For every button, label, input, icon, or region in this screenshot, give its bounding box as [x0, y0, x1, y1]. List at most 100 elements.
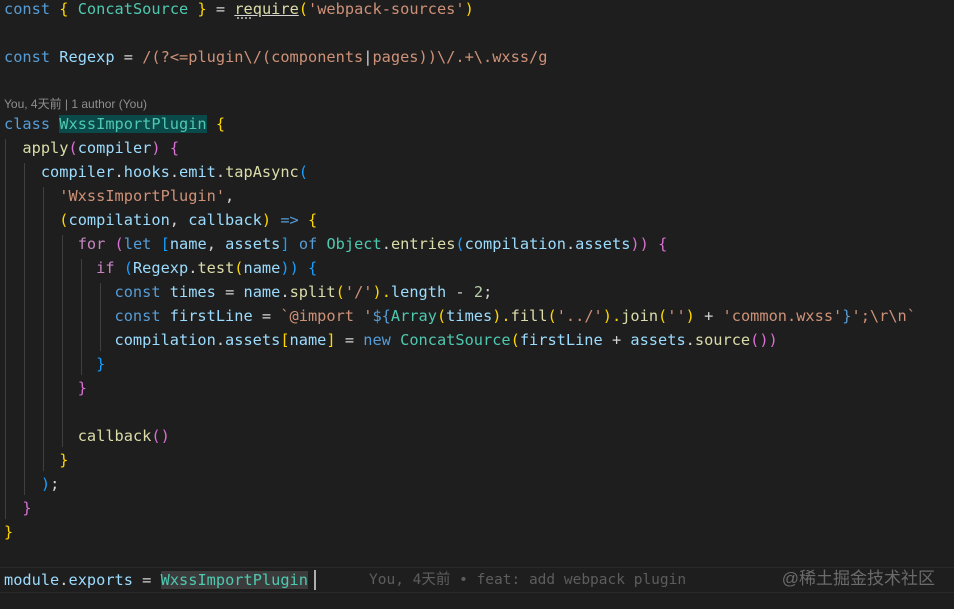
code-line-2[interactable]: const Regexp = /(?<=plugin\/(components|… [4, 46, 547, 68]
token: assets [575, 235, 631, 253]
token: ) [464, 0, 474, 18]
token: 'common.wxss' [722, 307, 843, 325]
code-line-9[interactable]: if (Regexp.test(name)) { [4, 257, 317, 279]
code-line-10[interactable]: const times = name.split('/').length - 2… [4, 281, 493, 303]
token: pages [372, 48, 419, 66]
code-line-15[interactable]: callback() [4, 425, 170, 447]
token: } [4, 523, 14, 541]
token: , [225, 187, 235, 205]
code-line-12[interactable]: compilation.assets[name] = new ConcatSou… [4, 329, 778, 351]
token: module [4, 571, 60, 589]
code-line-14[interactable]: } [4, 377, 87, 399]
token: Object [326, 235, 382, 253]
token: = [123, 48, 133, 66]
token: ( [123, 259, 133, 277]
code-line-8[interactable]: for (let [name, assets] of Object.entrie… [4, 233, 668, 255]
token: ) [151, 139, 161, 157]
token: emit [179, 163, 216, 181]
token: = [261, 307, 272, 325]
token: `@import ' [280, 307, 373, 325]
token: const [4, 0, 51, 18]
token: + [704, 307, 714, 325]
token: . [114, 163, 124, 181]
code-line-16[interactable]: } [4, 449, 68, 471]
token: ( [298, 163, 308, 181]
token: compilation [114, 331, 216, 349]
token: ConcatSource [77, 0, 189, 18]
code-line-5[interactable]: compiler.hooks.emit.tapAsync( [4, 161, 308, 183]
token: compilation [464, 235, 566, 253]
token: , [169, 211, 189, 229]
token: split [289, 283, 336, 301]
token: = [225, 283, 235, 301]
token: )) [630, 235, 649, 253]
token: { [215, 115, 226, 133]
token: compilation [68, 211, 170, 229]
token: for [77, 235, 106, 253]
token: '' [667, 307, 686, 325]
code-editor[interactable]: const { ConcatSource } = require('webpac… [0, 0, 954, 609]
token: ( [510, 331, 520, 349]
token: if [96, 259, 115, 277]
token: of [298, 235, 318, 253]
token: assets [225, 235, 281, 253]
token: '/' [344, 283, 373, 301]
hint-dots [237, 15, 251, 19]
token: ) [40, 475, 51, 493]
token: { [169, 139, 180, 157]
code-line-3[interactable]: class WxssImportPlugin { [4, 113, 225, 135]
code-line-17[interactable]: ); [4, 473, 59, 495]
token: '../' [556, 307, 603, 325]
token: ';\r\n` [851, 307, 916, 325]
token: components [271, 48, 364, 66]
token: ()) [750, 331, 778, 349]
token: assets [225, 331, 281, 349]
token: { [307, 211, 318, 229]
token: ( [68, 139, 78, 157]
token: . [280, 283, 290, 301]
token: const [114, 283, 161, 301]
token: /(?<=plugin\/( [142, 48, 272, 66]
token: name [243, 259, 281, 277]
inline-git-blame[interactable]: You, 4天前 • feat: add webpack plugin [369, 570, 686, 590]
token: ( [298, 0, 309, 18]
code-line-20[interactable]: module.exports = WxssImportPlugin [4, 569, 308, 591]
token: )) [280, 259, 299, 277]
code-line-18[interactable]: } [4, 497, 32, 519]
token: . [169, 163, 180, 181]
token: times [169, 283, 216, 301]
token: new [363, 331, 391, 349]
token: hooks [123, 163, 170, 181]
token: 2 [473, 283, 484, 301]
token: exports [68, 571, 133, 589]
token: ( [436, 307, 447, 325]
token: = [215, 0, 226, 18]
token: ( [547, 307, 557, 325]
token: 'webpack-sources' [308, 0, 465, 18]
code-line-11[interactable]: const firstLine = `@import '${Array(time… [4, 305, 916, 327]
token: { [59, 0, 69, 18]
token: ). [602, 307, 622, 325]
token: ; [50, 475, 60, 493]
code-line-4[interactable]: apply(compiler) { [4, 137, 179, 159]
token: } [96, 355, 106, 373]
token: = [142, 571, 152, 589]
token: - [455, 283, 465, 301]
token: entries [390, 235, 456, 253]
code-line-6[interactable]: 'WxssImportPlugin', [4, 185, 234, 207]
token: } [22, 499, 32, 517]
code-line-19[interactable]: } [4, 521, 13, 543]
token: ) [685, 307, 695, 325]
token: length [390, 283, 447, 301]
token: source [694, 331, 751, 349]
token: . [215, 331, 226, 349]
token: + [611, 331, 622, 349]
token: name [243, 283, 281, 301]
code-line-7[interactable]: (compilation, callback) => { [4, 209, 317, 231]
text-cursor [314, 570, 316, 590]
token: ; [483, 283, 493, 301]
codelens-author[interactable]: You, 4天前 | 1 author (You) [4, 95, 147, 112]
code-line-13[interactable]: } [4, 353, 105, 375]
token: => [280, 211, 299, 229]
token: ] [326, 331, 336, 349]
